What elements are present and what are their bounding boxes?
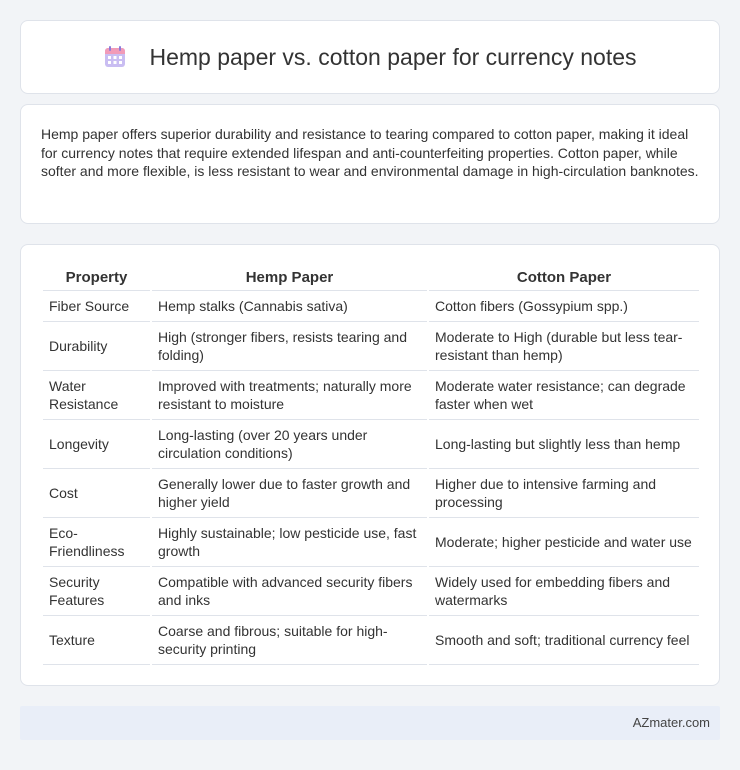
header-cotton-paper: Cotton Paper (427, 265, 699, 291)
cell-cotton: Long-lasting but slightly less than hemp (427, 419, 699, 469)
cell-property: Fiber Source (43, 290, 151, 322)
table-row: Durability High (stronger fibers, resist… (43, 321, 699, 371)
summary-text: Hemp paper offers superior durability an… (41, 126, 699, 179)
table-row: Texture Coarse and fibrous; suitable for… (43, 615, 699, 665)
table-header-row: Property Hemp Paper Cotton Paper (43, 265, 699, 291)
table-row: Cost Generally lower due to faster growt… (43, 468, 699, 518)
title-card: Hemp paper vs. cotton paper for currency… (20, 20, 720, 94)
summary-card: Hemp paper offers superior durability an… (20, 104, 720, 224)
cell-property: Eco-Friendliness (43, 517, 151, 567)
cell-cotton: Widely used for embedding fibers and wat… (427, 566, 699, 616)
cell-hemp: Generally lower due to faster growth and… (150, 468, 428, 518)
comparison-table-card: Property Hemp Paper Cotton Paper Fiber S… (20, 244, 720, 686)
cell-hemp: Highly sustainable; low pesticide use, f… (150, 517, 428, 567)
cell-cotton: Moderate; higher pesticide and water use (427, 517, 699, 567)
cell-hemp: Long-lasting (over 20 years under circul… (150, 419, 428, 469)
table-row: Security Features Compatible with advanc… (43, 566, 699, 616)
cell-cotton: Moderate to High (durable but less tear-… (427, 321, 699, 371)
cell-cotton: Moderate water resistance; can degrade f… (427, 370, 699, 420)
table-row: Fiber Source Hemp stalks (Cannabis sativ… (43, 290, 699, 322)
cell-property: Cost (43, 468, 151, 518)
comparison-table: Property Hemp Paper Cotton Paper Fiber S… (43, 265, 699, 665)
header-property: Property (43, 265, 151, 291)
cell-cotton: Higher due to intensive farming and proc… (427, 468, 699, 518)
table-row: Eco-Friendliness Highly sustainable; low… (43, 517, 699, 567)
table-row: Longevity Long-lasting (over 20 years un… (43, 419, 699, 469)
cell-hemp: High (stronger fibers, resists tearing a… (150, 321, 428, 371)
cell-cotton: Cotton fibers (Gossypium spp.) (427, 290, 699, 322)
cell-property: Durability (43, 321, 151, 371)
cell-hemp: Compatible with advanced security fibers… (150, 566, 428, 616)
cell-property: Security Features (43, 566, 151, 616)
cell-cotton: Smooth and soft; traditional currency fe… (427, 615, 699, 665)
cell-hemp: Improved with treatments; naturally more… (150, 370, 428, 420)
cell-hemp: Hemp stalks (Cannabis sativa) (150, 290, 428, 322)
cell-property: Texture (43, 615, 151, 665)
cell-property: Longevity (43, 419, 151, 469)
table-row: Water Resistance Improved with treatment… (43, 370, 699, 420)
page-title: Hemp paper vs. cotton paper for currency… (149, 43, 637, 70)
calendar-icon (103, 45, 127, 69)
cell-hemp: Coarse and fibrous; suitable for high-se… (150, 615, 428, 665)
cell-property: Water Resistance (43, 370, 151, 420)
footer-brand: AZmater.com (632, 715, 710, 730)
header-hemp-paper: Hemp Paper (150, 265, 428, 291)
footer: AZmater.com (20, 706, 720, 740)
